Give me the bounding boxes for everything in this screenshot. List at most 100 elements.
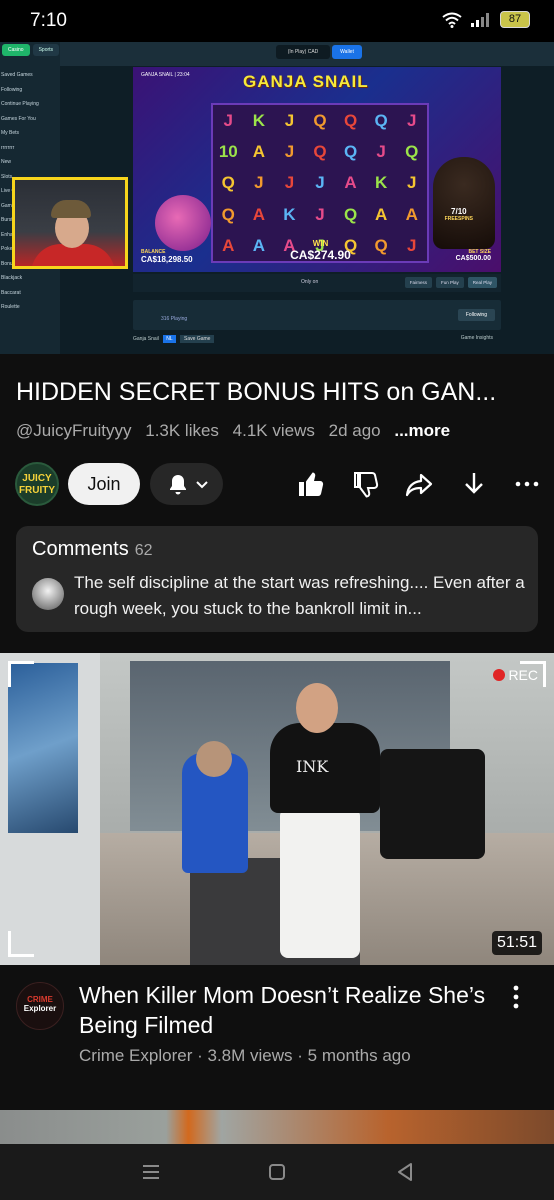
next-video-menu-icon[interactable] (504, 984, 528, 1010)
next-video-meta: Crime Explorer · 3.8M views · 5 months a… (79, 1046, 411, 1066)
casino-sidebar-item: Saved Games (1, 72, 33, 78)
battery-icon: 87 (500, 11, 530, 28)
meta-sep: · (297, 1046, 303, 1065)
casino-wallet-button: Wallet (332, 45, 362, 59)
thumb-woman-pants (280, 808, 360, 958)
meta-sep: · (197, 1046, 203, 1065)
next-video-title[interactable]: When Killer Mom Doesn’t Realize She’s Be… (79, 980, 499, 1040)
more-options-icon[interactable] (512, 469, 542, 499)
casino-sidebar-item: Baccarat (1, 289, 21, 296)
fairness-button: Fairness (404, 277, 432, 288)
reel-symbol: Q (221, 204, 235, 224)
freespins-counter: 7/10 FREESPINS (445, 207, 473, 222)
video-title[interactable]: HIDDEN SECRET BONUS HITS on GAN... (16, 378, 546, 407)
reel-symbol: J (315, 173, 325, 193)
view-count: 4.1K views (232, 421, 315, 440)
game-info-panel: 316 Playing Following (133, 300, 501, 330)
next-avatar-line1: CRIME (27, 995, 53, 1004)
reel-symbol: J (315, 204, 325, 224)
next-thumbnail-peek[interactable] (0, 1110, 554, 1144)
reel-symbol: J (223, 111, 234, 130)
casino-sidebar-item: Continue Playing (1, 101, 39, 107)
chevron-down-icon (196, 481, 208, 489)
more-link[interactable]: ...more (394, 421, 450, 440)
status-bar: 7:10 87 (0, 0, 554, 42)
footer-game-name: Ganja Snail (133, 336, 159, 342)
game-control-bar: Only on Fairness Fun Play Real Play (133, 274, 501, 292)
reel-symbol: J (254, 173, 264, 193)
back-icon[interactable] (392, 1160, 418, 1184)
status-icons: 87 (442, 11, 530, 28)
game-balance: BALANCE CA$18,298.50 (141, 249, 193, 264)
game-title: GANJA SNAIL (243, 72, 369, 91)
like-icon[interactable] (296, 469, 326, 499)
game-footer: Ganja Snail NL Save Game Game Insights (133, 335, 501, 347)
frame-corner-tl (8, 661, 34, 687)
reel-symbol: K (252, 111, 265, 130)
streamer-webcam (12, 177, 128, 269)
reel-symbol: A (344, 173, 357, 193)
thumb-wall-art (8, 663, 78, 833)
commenter-avatar (32, 578, 64, 610)
following-button: Following (457, 309, 495, 321)
join-button[interactable]: Join (68, 463, 140, 505)
thumb-child-head (196, 741, 232, 777)
reel-symbol: J (284, 142, 295, 162)
casino-sidebar-item: Blackjack (1, 275, 23, 281)
frame-corner-bl (8, 931, 34, 957)
dislike-icon[interactable] (351, 469, 381, 499)
next-channel-name: Crime Explorer (79, 1046, 193, 1065)
comments-panel[interactable]: Comments 62 The self discipline at the st… (16, 526, 538, 632)
reel-symbol: K (374, 173, 388, 193)
win-label: WIN (312, 239, 329, 248)
bet-value: CA$500.00 (455, 255, 491, 262)
recent-apps-icon[interactable] (138, 1160, 164, 1184)
next-view-count: 3.8M views (207, 1046, 293, 1065)
reel-symbol: J (406, 173, 417, 193)
casino-sidebar-item: My Bets (1, 130, 20, 136)
comments-count: 62 (134, 542, 153, 559)
share-icon[interactable] (404, 469, 434, 499)
reel-symbol: A (252, 235, 265, 255)
video-player[interactable]: Casino Sports Saved Games Following Contin… (0, 42, 554, 354)
reel-symbol: A (222, 235, 235, 255)
casino-tab-sports: Sports (32, 44, 60, 56)
snail-character (155, 195, 211, 251)
casino-sidebar-item: Following (1, 86, 23, 93)
bell-icon (170, 475, 186, 495)
next-video-thumbnail[interactable]: INK REC 51:51 (0, 653, 554, 965)
reel-symbol: 10 (218, 142, 238, 162)
reel-symbol: J (406, 235, 417, 255)
footer-tag: NL (163, 335, 176, 343)
win-value: CA$274.90 (290, 248, 351, 262)
reel-symbol: Q (343, 111, 358, 130)
real-play-button: Real Play (467, 277, 497, 288)
reel-symbol: A (252, 204, 265, 224)
system-nav-bar (0, 1144, 554, 1200)
download-icon[interactable] (459, 469, 489, 499)
wifi-icon (442, 12, 462, 28)
freespins-value: 7/10 (451, 207, 467, 216)
game-insights-link: Game Insights (460, 335, 493, 341)
video-meta[interactable]: @JuicyFruityyy 1.3K likes 4.1K views 2d … (16, 421, 450, 441)
notifications-button[interactable] (150, 463, 223, 505)
win-display: WIN CA$274.90 (273, 239, 368, 262)
reel-symbol: J (284, 173, 295, 193)
channel-handle: @JuicyFruityyy (16, 421, 132, 440)
balance-value: CA$18,298.50 (141, 255, 193, 264)
thumb-shirt-text: INK (296, 757, 329, 776)
thumb-woman-head (296, 683, 338, 733)
next-channel-avatar[interactable]: CRIME Explorer (16, 982, 64, 1030)
status-time: 7:10 (30, 10, 67, 31)
channel-avatar[interactable]: JUICY FRUITY (15, 462, 59, 506)
casino-topbar: (In Play) CAD Wallet (60, 42, 554, 66)
reel-symbol: A (374, 204, 388, 224)
home-icon[interactable] (264, 1160, 290, 1184)
webcam-cap (51, 200, 91, 218)
comments-header: Comments 62 (32, 538, 153, 561)
reel-symbol: K (283, 204, 296, 224)
thumb-chair (380, 749, 485, 859)
casino-sidebar-item: Roulette (1, 304, 20, 310)
only-on-label: Only on (301, 279, 319, 285)
like-count: 1.3K likes (145, 421, 219, 440)
